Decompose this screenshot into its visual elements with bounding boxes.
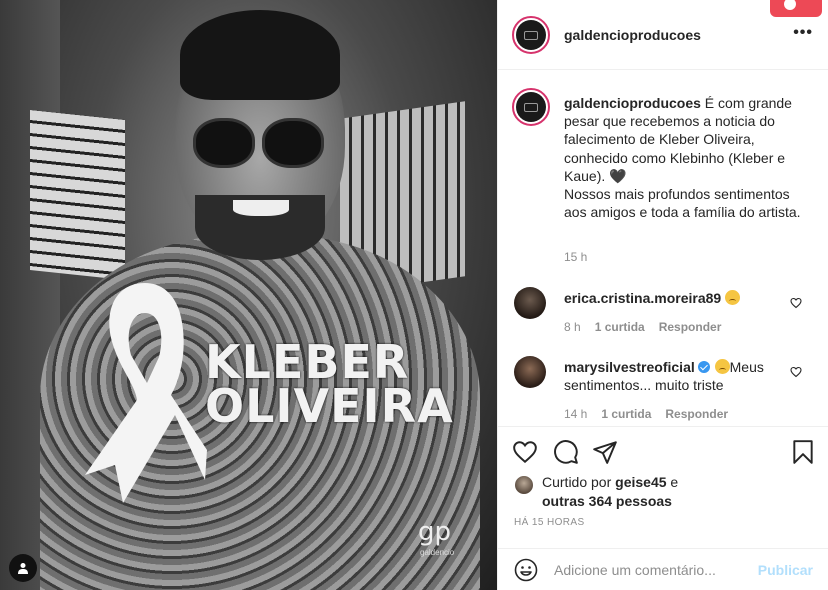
emoji-picker-icon[interactable] bbox=[514, 558, 538, 582]
share-paper-plane-icon[interactable] bbox=[592, 439, 618, 465]
publish-button[interactable]: Publicar bbox=[758, 562, 813, 578]
caption-username[interactable]: galdencioproducoes bbox=[564, 95, 701, 111]
author-avatar[interactable] bbox=[512, 16, 550, 54]
post-actions: Curtido por geise45 e outras 364 pessoas… bbox=[498, 426, 828, 590]
image-name-line2: OLIVEIRA bbox=[205, 379, 454, 433]
author-username[interactable]: galdencioproducoes bbox=[564, 27, 701, 43]
likes-text: Curtido por geise45 e outras 364 pessoas bbox=[542, 473, 762, 510]
comment-like-heart-icon[interactable] bbox=[790, 297, 802, 309]
post-timestamp[interactable]: HÁ 15 HORAS bbox=[514, 517, 585, 528]
post-image[interactable]: KLEBER OLIVEIRA gp galdencio bbox=[0, 0, 497, 590]
post-header: galdencioproducoes ••• bbox=[498, 0, 828, 70]
likes-prefix: Curtido por bbox=[542, 474, 616, 490]
mourning-ribbon-icon bbox=[85, 283, 207, 503]
comment-bubble-icon[interactable] bbox=[553, 439, 579, 465]
commenter-avatar[interactable] bbox=[514, 356, 546, 388]
hair bbox=[180, 10, 340, 100]
sad-face-emoji-icon bbox=[714, 359, 730, 374]
likes-and: e bbox=[666, 474, 679, 490]
post-side-panel: galdencioproducoes ••• galdencioproducoe… bbox=[497, 0, 828, 590]
sunglasses-lens-left bbox=[193, 118, 255, 168]
watermark-logo-sub: galdencio bbox=[420, 548, 455, 557]
liker-avatar[interactable] bbox=[514, 475, 534, 495]
caption-avatar[interactable] bbox=[512, 88, 550, 126]
comment-meta: 14 h 1 curtida Responder bbox=[564, 407, 728, 421]
verified-badge-icon bbox=[697, 361, 710, 373]
sunglasses-lens-right bbox=[262, 118, 324, 168]
commenter-avatar[interactable] bbox=[514, 287, 546, 319]
watermark-logo: gp bbox=[418, 517, 452, 547]
add-comment-bar: Publicar bbox=[498, 548, 828, 590]
comment-text: erica.cristina.moreira89 bbox=[564, 289, 784, 307]
likes-others-link[interactable]: outras 364 pessoas bbox=[542, 493, 672, 509]
like-heart-icon[interactable] bbox=[512, 439, 538, 465]
comment-text: marysilvestreoficial Meus sentimentos...… bbox=[564, 358, 784, 394]
sad-face-emoji-icon bbox=[725, 290, 741, 305]
accordion-left bbox=[30, 110, 125, 280]
comment-username[interactable]: marysilvestreoficial bbox=[564, 359, 695, 375]
tagged-user-button[interactable] bbox=[9, 554, 37, 582]
instagram-post-view: KLEBER OLIVEIRA gp galdencio galdenciopr… bbox=[0, 0, 828, 590]
comment-reply-button[interactable]: Responder bbox=[659, 320, 722, 334]
comment-time[interactable]: 8 h bbox=[564, 320, 581, 334]
comment-likes[interactable]: 1 curtida bbox=[595, 320, 645, 334]
comment-meta: 8 h 1 curtida Responder bbox=[564, 320, 721, 334]
comment-reply-button[interactable]: Responder bbox=[665, 407, 728, 421]
caption-time[interactable]: 15 h bbox=[564, 250, 587, 264]
comment-input[interactable] bbox=[554, 559, 754, 581]
comment-time[interactable]: 14 h bbox=[564, 407, 587, 421]
save-bookmark-icon[interactable] bbox=[790, 439, 816, 465]
comment-username[interactable]: erica.cristina.moreira89 bbox=[564, 290, 721, 306]
image-name-line1: KLEBER bbox=[205, 335, 410, 389]
comment-like-heart-icon[interactable] bbox=[790, 366, 802, 378]
person-icon bbox=[18, 563, 28, 574]
smile bbox=[233, 200, 289, 216]
comment-likes[interactable]: 1 curtida bbox=[601, 407, 651, 421]
caption-text: galdencioproducoes É com grande pesar qu… bbox=[564, 94, 812, 221]
more-options-button[interactable]: ••• bbox=[793, 24, 813, 42]
image-name-text: KLEBER OLIVEIRA bbox=[205, 335, 454, 433]
liker-username[interactable]: geise45 bbox=[615, 474, 666, 490]
caption-body: É com grande pesar que recebemos a notic… bbox=[564, 95, 801, 221]
